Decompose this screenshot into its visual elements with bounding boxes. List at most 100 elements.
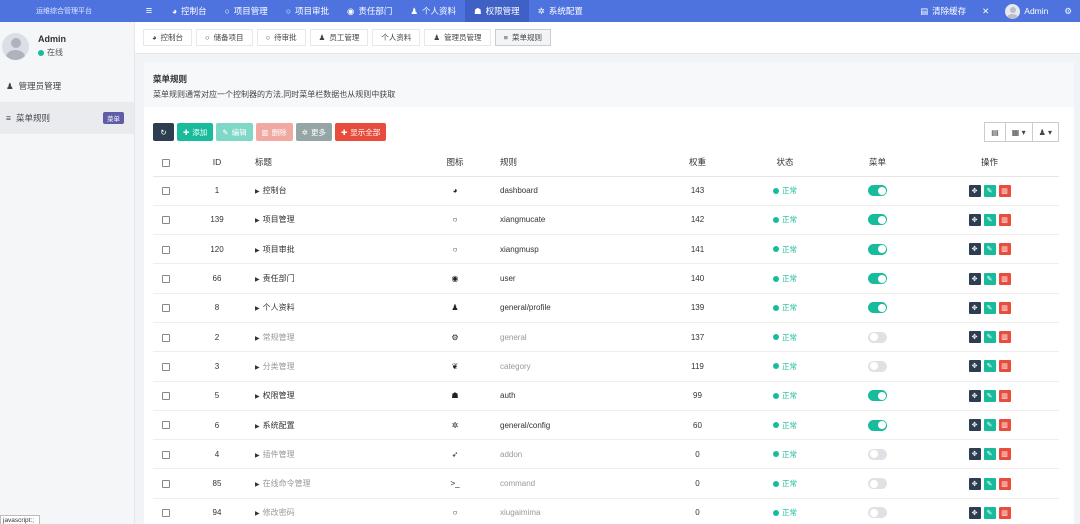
menu-toggle[interactable] xyxy=(868,243,887,255)
toggle-view-button[interactable]: ▤ xyxy=(984,122,1006,142)
user-menu[interactable]: Admin xyxy=(997,3,1056,19)
row-checkbox[interactable] xyxy=(162,421,170,430)
table-row[interactable]: 4 ▶ 插件管理 ➶ addon 0 正常 ✥ ✎ ▥ xyxy=(153,439,1059,470)
delete-icon[interactable]: ▥ xyxy=(998,331,1011,344)
delete-icon[interactable]: ▥ xyxy=(998,184,1011,197)
caret-right-icon[interactable]: ▶ xyxy=(255,248,260,254)
table-row[interactable]: 120 ▶ 项目审批 ○ xiangmusp 141 正常 ✥ ✎ ▥ xyxy=(153,234,1059,265)
delete-button[interactable]: ▥ 删除 xyxy=(255,123,293,141)
row-checkbox[interactable] xyxy=(162,362,170,371)
table-row[interactable]: 139 ▶ 项目管理 ○ xiangmucate 142 正常 ✥ ✎ ▥ xyxy=(153,205,1059,236)
cell-title[interactable]: ▶ 插件管理 xyxy=(255,439,410,470)
row-checkbox[interactable] xyxy=(162,304,170,313)
delete-icon[interactable]: ▥ xyxy=(998,360,1011,373)
cell-title[interactable]: ▶ 项目审批 xyxy=(255,234,410,265)
cell-title[interactable]: ▶ 分类管理 xyxy=(255,351,410,382)
cell-title[interactable]: ▶ 在线命令管理 xyxy=(255,468,410,499)
export-button[interactable]: ♟ ▾ xyxy=(1031,122,1059,142)
caret-right-icon[interactable]: ▶ xyxy=(255,394,260,400)
topnav-item-1[interactable]: ○ 项目管理 xyxy=(216,0,277,22)
select-all-checkbox[interactable] xyxy=(162,159,170,167)
menu-toggle[interactable] xyxy=(868,331,887,343)
cell-title[interactable]: ▶ 责任部门 xyxy=(255,263,410,294)
topnav-item-3[interactable]: ◉ 责任部门 xyxy=(338,0,401,22)
caret-right-icon[interactable]: ▶ xyxy=(255,336,260,342)
menu-toggle[interactable] xyxy=(868,214,887,226)
col-icon[interactable]: 图标 xyxy=(410,149,500,177)
row-checkbox[interactable] xyxy=(162,216,170,225)
more-button[interactable]: ✲ 更多 xyxy=(295,123,332,141)
delete-icon[interactable]: ▥ xyxy=(998,389,1011,402)
table-row[interactable]: 3 ▶ 分类管理 ❦ category 119 正常 ✥ ✎ ▥ xyxy=(153,351,1059,382)
sidebar-item-0[interactable]: ♟ 管理员管理 xyxy=(0,70,134,102)
cell-title[interactable]: ▶ 个人资料 xyxy=(255,293,410,323)
row-checkbox[interactable] xyxy=(162,274,170,283)
topnav-item-2[interactable]: ○ 项目审批 xyxy=(277,0,338,22)
table-row[interactable]: 66 ▶ 责任部门 ◉ user 140 正常 ✥ ✎ ▥ xyxy=(153,263,1059,294)
tab-0[interactable]: ◕ 控制台 xyxy=(143,29,193,46)
delete-icon[interactable]: ▥ xyxy=(998,213,1011,226)
menu-toggle[interactable] xyxy=(868,360,887,372)
row-checkbox[interactable] xyxy=(162,245,170,254)
drag-icon[interactable]: ✥ xyxy=(968,272,981,285)
row-checkbox[interactable] xyxy=(162,480,170,488)
caret-right-icon[interactable]: ▶ xyxy=(255,424,260,430)
caret-right-icon[interactable]: ▶ xyxy=(255,453,260,459)
edit-icon[interactable]: ✎ xyxy=(983,477,996,490)
tab-5[interactable]: ♟ 管理员管理 xyxy=(424,29,491,46)
settings-button[interactable]: ⚙ xyxy=(1056,6,1080,17)
delete-icon[interactable]: ▥ xyxy=(998,477,1011,490)
drag-icon[interactable]: ✥ xyxy=(968,331,981,344)
delete-icon[interactable]: ▥ xyxy=(998,272,1011,285)
tab-2[interactable]: ○ 待审批 xyxy=(256,29,306,46)
caret-right-icon[interactable]: ▶ xyxy=(255,277,260,283)
drag-icon[interactable]: ✥ xyxy=(968,419,981,432)
drag-icon[interactable]: ✥ xyxy=(968,389,981,402)
edit-icon[interactable]: ✎ xyxy=(983,213,996,226)
menu-toggle[interactable] xyxy=(868,273,887,285)
fullscreen-button[interactable]: ✕ xyxy=(974,6,997,17)
drag-icon[interactable]: ✥ xyxy=(968,184,981,197)
table-row[interactable]: 85 ▶ 在线命令管理 >_ command 0 正常 ✥ ✎ ▥ xyxy=(153,468,1059,499)
topnav-item-5[interactable]: ☗ 权限管理 xyxy=(465,0,529,22)
drag-icon[interactable]: ✥ xyxy=(968,301,981,314)
edit-icon[interactable]: ✎ xyxy=(983,243,996,256)
caret-right-icon[interactable]: ▶ xyxy=(255,511,260,517)
edit-icon[interactable]: ✎ xyxy=(983,506,996,519)
edit-icon[interactable]: ✎ xyxy=(983,360,996,373)
col-id[interactable]: ID xyxy=(179,149,255,177)
tab-4[interactable]: 个人资料 xyxy=(372,29,421,46)
drag-icon[interactable]: ✥ xyxy=(968,477,981,490)
columns-button[interactable]: ▦ ▾ xyxy=(1004,122,1033,142)
menu-toggle[interactable] xyxy=(868,185,887,197)
cell-title[interactable]: ▶ 控制台 xyxy=(255,176,410,206)
cell-title[interactable]: ▶ 常规管理 xyxy=(255,322,410,353)
col-rule[interactable]: 规则 xyxy=(500,149,660,177)
menu-toggle[interactable] xyxy=(868,390,887,402)
col-weigh[interactable]: 权重 xyxy=(660,149,735,177)
delete-icon[interactable]: ▥ xyxy=(998,419,1011,432)
cell-title[interactable]: ▶ 系统配置 xyxy=(255,410,410,441)
tab-3[interactable]: ♟ 员工管理 xyxy=(309,29,369,46)
tab-1[interactable]: ○ 储备项目 xyxy=(196,29,253,46)
table-row[interactable]: 6 ▶ 系统配置 ✲ general/config 60 正常 ✥ ✎ ▥ xyxy=(153,410,1059,441)
cell-title[interactable]: ▶ 修改密码 xyxy=(255,498,410,524)
table-row[interactable]: 1 ▶ 控制台 ◕ dashboard 143 正常 ✥ ✎ ▥ xyxy=(153,176,1059,206)
edit-icon[interactable]: ✎ xyxy=(983,389,996,402)
edit-icon[interactable]: ✎ xyxy=(983,331,996,344)
edit-icon[interactable]: ✎ xyxy=(983,301,996,314)
cell-title[interactable]: ▶ 项目管理 xyxy=(255,205,410,236)
sidebar-item-1[interactable]: ≡ 菜单规则 菜单 xyxy=(0,102,134,134)
edit-icon[interactable]: ✎ xyxy=(983,448,996,461)
table-row[interactable]: 5 ▶ 权限管理 ☗ auth 99 正常 ✥ ✎ ▥ xyxy=(153,381,1059,411)
col-status[interactable]: 状态 xyxy=(735,149,835,177)
row-checkbox[interactable] xyxy=(162,509,170,518)
col-menu[interactable]: 菜单 xyxy=(835,149,920,177)
edit-icon[interactable]: ✎ xyxy=(983,184,996,197)
table-row[interactable]: 2 ▶ 常规管理 ⚙ general 137 正常 ✥ ✎ ▥ xyxy=(153,322,1059,353)
row-checkbox[interactable] xyxy=(162,187,170,196)
add-button[interactable]: ✚ 添加 xyxy=(177,123,214,141)
row-checkbox[interactable] xyxy=(162,333,170,342)
edit-icon[interactable]: ✎ xyxy=(983,419,996,432)
drag-icon[interactable]: ✥ xyxy=(968,360,981,373)
